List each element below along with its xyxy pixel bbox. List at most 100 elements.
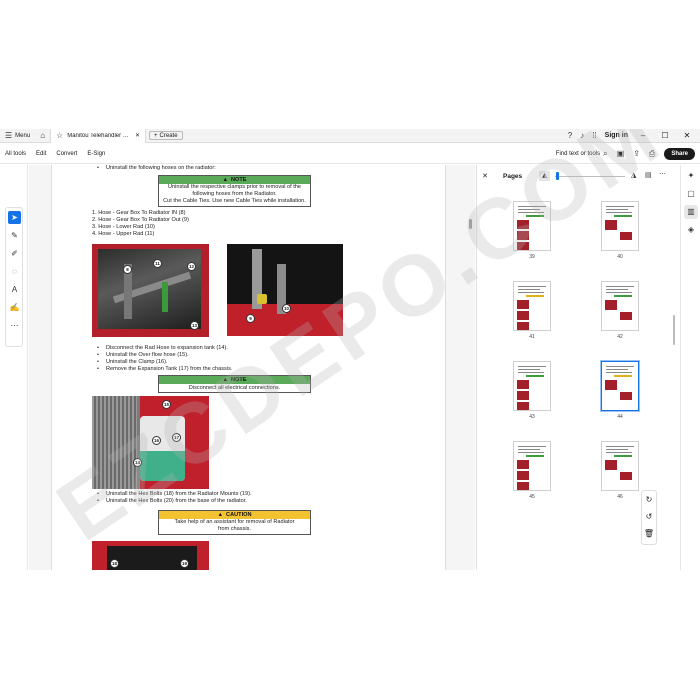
page-thumbnail[interactable] xyxy=(601,441,639,491)
page-thumbnail[interactable] xyxy=(513,281,551,331)
bell-icon[interactable]: ♪ xyxy=(580,131,584,140)
caution-label: CAUTION xyxy=(226,512,252,518)
right-rail: ✦ ▢ ▥ ◈ 44 356 ˄ ˅ ↻ ▤ ⊕ ⊖ xyxy=(680,165,700,570)
tab-title: Manitou Telehandler M... xyxy=(67,132,131,139)
ai-assistant-icon[interactable]: ✦ xyxy=(684,169,698,183)
minimize-icon[interactable]: – xyxy=(636,131,650,140)
page-thumbnail-label: 46 xyxy=(617,494,623,500)
callout-marker: 18 xyxy=(110,559,119,568)
highlight-pen-icon[interactable]: ✐ xyxy=(8,247,21,260)
document-tab[interactable]: ☆ Manitou Telehandler M... ✕ xyxy=(50,129,147,143)
insert-page-icon[interactable]: ▤ xyxy=(645,172,652,179)
title-bar: ☰ Menu ⌂ ☆ Manitou Telehandler M... ✕ + … xyxy=(0,129,700,143)
hose-list-item: 1. Hose - Gear Box To Radiator IN (8) xyxy=(92,210,186,216)
photo-radiator-hoses: 8 11 12 13 xyxy=(92,244,209,337)
find-button[interactable]: Find text or tools ⌕ xyxy=(555,148,608,158)
print-icon[interactable]: ⎙ xyxy=(649,149,655,158)
document-scrollbar[interactable] xyxy=(469,219,472,229)
left-tool-rail: ➤ ✎ ✐ ◌ A ✍ ⋯ xyxy=(0,165,28,570)
text-box-icon[interactable]: A xyxy=(8,283,21,296)
page-thumbnail[interactable] xyxy=(513,201,551,251)
step-item: Uninstall the Hex Bolts (20) from the ba… xyxy=(97,498,247,505)
rotate-counterclockwise-icon[interactable]: ↺ xyxy=(642,508,656,525)
toolbar-right: Find text or tools ⌕ ▣ ⇪ ⎙ Share xyxy=(555,147,700,160)
comments-icon[interactable]: ▢ xyxy=(684,187,698,201)
star-icon[interactable]: ☆ xyxy=(56,131,63,140)
photo-gearbox-hoses: 9 10 xyxy=(227,244,343,336)
page-thumbnail-label: 44 xyxy=(617,414,623,420)
callout-marker: 10 xyxy=(282,304,291,313)
caution-line: Take help of an assistant for removal of… xyxy=(174,519,295,525)
search-icon: ⌕ xyxy=(603,148,608,158)
zoom-out-thumbnails-icon[interactable]: ◭ xyxy=(539,171,550,181)
plus-icon: + xyxy=(154,132,158,139)
all-tools-menu[interactable]: All tools xyxy=(0,151,31,157)
zoom-in-thumbnails-icon[interactable]: ◮ xyxy=(631,172,636,179)
thumbnail-zoom-handle[interactable] xyxy=(556,172,559,180)
lasso-draw-icon[interactable]: ◌ xyxy=(8,265,21,278)
page-thumbnail-label: 40 xyxy=(617,254,623,260)
edit-menu[interactable]: Edit xyxy=(31,151,51,157)
comment-icon[interactable]: ✎ xyxy=(8,229,21,242)
callout-marker: 11 xyxy=(153,259,162,268)
find-label: Find text or tools xyxy=(555,150,601,157)
page-thumbnail[interactable] xyxy=(601,281,639,331)
home-button[interactable]: ⌂ xyxy=(35,129,50,143)
esign-menu[interactable]: E-Sign xyxy=(82,151,110,157)
sign-in-button[interactable]: Sign in xyxy=(605,132,628,139)
upload-cloud-icon[interactable]: ⇪ xyxy=(633,149,640,158)
hose-list-item: 3. Hose - Lower Rad (10) xyxy=(92,224,155,230)
page-thumbnail[interactable] xyxy=(513,361,551,411)
more-tools-icon[interactable]: ⋯ xyxy=(8,319,21,332)
quick-tools-panel: ➤ ✎ ✐ ◌ A ✍ ⋯ xyxy=(5,207,23,347)
caution-box: ▲ CAUTION Take help of an assistant for … xyxy=(158,510,311,535)
callout-marker: 9 xyxy=(246,314,255,323)
step-item: Uninstall the Hex Bolts (18) from the Ra… xyxy=(97,491,251,498)
hose-list-item: 4. Hose - Upper Rad (11) xyxy=(92,231,155,237)
help-icon[interactable]: ? xyxy=(568,131,572,140)
close-panel-icon[interactable]: ✕ xyxy=(477,172,493,180)
thumbnail-zoom-slider[interactable] xyxy=(555,176,625,177)
pdf-page: Uninstall the following hoses on the rad… xyxy=(51,165,446,570)
maximize-icon[interactable]: ☐ xyxy=(658,131,672,140)
rotate-clockwise-icon[interactable]: ↻ xyxy=(642,491,656,508)
page-thumbnail-label: 42 xyxy=(617,334,623,340)
close-icon[interactable]: ✕ xyxy=(135,133,140,139)
bullet-uninstall-hoses: Uninstall the following hoses on the rad… xyxy=(97,165,216,172)
share-button[interactable]: Share xyxy=(664,147,695,160)
page-thumbnail[interactable] xyxy=(513,441,551,491)
menu-button[interactable]: ☰ Menu xyxy=(0,129,35,143)
callout-marker: 8 xyxy=(123,265,132,274)
pages-thumbnails-icon[interactable]: ▥ xyxy=(684,205,698,219)
step-item: Uninstall the Clamp (16). xyxy=(97,359,167,366)
step-item: Uninstall the Over flow hose (15). xyxy=(97,352,189,359)
window-close-icon[interactable]: ✕ xyxy=(680,131,694,140)
page-thumbnail-label: 45 xyxy=(529,494,535,500)
layers-icon[interactable]: ◈ xyxy=(684,223,698,237)
more-options-icon[interactable]: ⋯ xyxy=(659,171,666,178)
pages-panel: ✕ Pages ◭ ◮ ▤ ⋯ ↻ ↺ 🗑 39 40 41 42 43 44 45 46 xyxy=(476,165,675,570)
pages-panel-scrollbar[interactable] xyxy=(673,315,675,345)
page-thumbnail[interactable] xyxy=(601,201,639,251)
page-thumbnail[interactable] xyxy=(601,361,639,411)
document-viewport[interactable]: Uninstall the following hoses on the rad… xyxy=(29,165,475,570)
note-label: NOTE xyxy=(231,177,247,183)
create-button[interactable]: + Create xyxy=(149,131,183,140)
note-box-2: ▲ NOTE Disconnect all electrical connect… xyxy=(158,375,311,393)
pages-panel-title: Pages xyxy=(503,172,523,180)
page-thumbnail-label: 39 xyxy=(529,254,535,260)
save-icon[interactable]: ▣ xyxy=(617,149,625,158)
select-cursor-icon[interactable]: ➤ xyxy=(8,211,21,224)
apps-grid-icon[interactable]: ⁞⁞ xyxy=(592,131,596,140)
warning-triangle-icon: ▲ xyxy=(222,377,228,383)
create-label: Create xyxy=(159,132,178,139)
sign-stamp-icon[interactable]: ✍ xyxy=(8,301,21,314)
titlebar-right: ? ♪ ⁞⁞ Sign in – ☐ ✕ xyxy=(568,131,700,140)
note-line: Cut the Cable Ties. Use new Cable Ties w… xyxy=(163,198,306,204)
callout-marker: 12 xyxy=(187,262,196,271)
note-line: Disconnect all electrical connections. xyxy=(188,385,281,391)
delete-page-icon[interactable]: 🗑 xyxy=(642,525,656,542)
caution-header: ▲ CAUTION xyxy=(159,511,310,519)
convert-menu[interactable]: Convert xyxy=(51,151,82,157)
home-icon: ⌂ xyxy=(40,130,46,140)
